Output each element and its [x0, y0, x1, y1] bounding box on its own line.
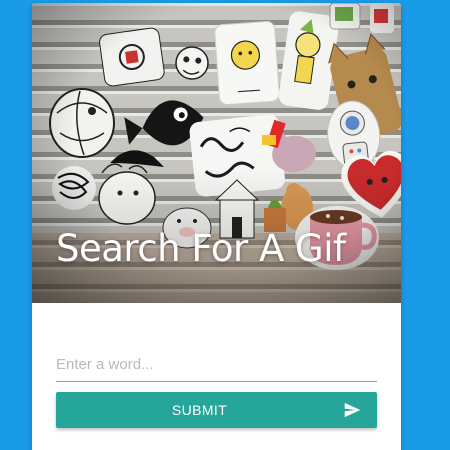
send-icon [344, 402, 361, 418]
search-card: Search For A Gif SUBMIT [32, 3, 401, 450]
hero-image: Search For A Gif [32, 3, 401, 303]
submit-button[interactable]: SUBMIT [56, 392, 377, 428]
search-form: SUBMIT [56, 348, 377, 428]
submit-button-label: SUBMIT [171, 402, 228, 418]
page-title: Search For A Gif [56, 227, 346, 270]
word-input[interactable] [56, 348, 377, 382]
